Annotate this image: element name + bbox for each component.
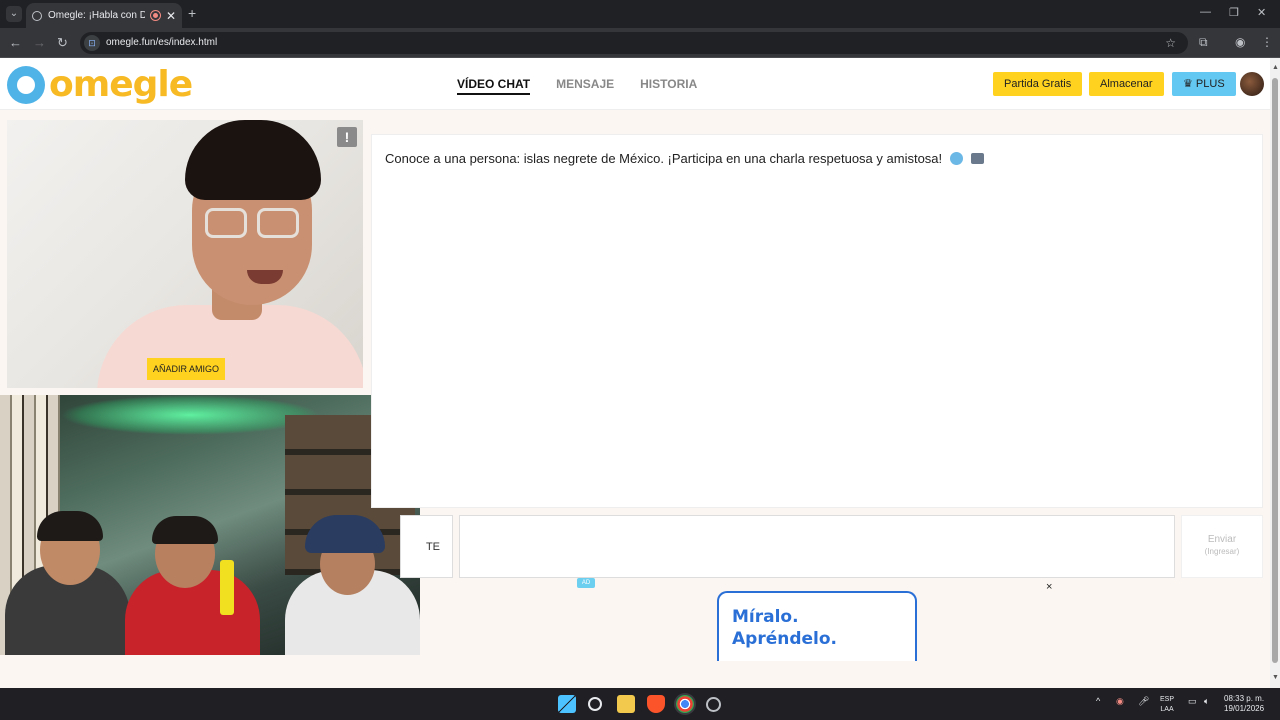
system-message: Conoce a una persona: islas negrete de M… [385, 151, 985, 166]
main-nav: VÍDEO CHAT MENSAJE HISTORIA [457, 77, 697, 95]
ad-badge: AD [577, 578, 595, 588]
system-message-text: Conoce a una persona: islas negrete de M… [385, 151, 943, 166]
lang-code: ESP [1160, 696, 1175, 703]
back-icon[interactable]: ← [9, 35, 22, 50]
site-header: omegle VÍDEO CHAT MENSAJE HISTORIA Parti… [0, 58, 1270, 110]
logo-bubble-icon [7, 65, 45, 104]
scroll-down-icon[interactable]: ▼ [1272, 674, 1279, 681]
system-clock[interactable]: 08:33 p. m. 19/01/2026 [1224, 694, 1264, 714]
new-tab-icon[interactable]: + [188, 5, 196, 21]
language-indicator[interactable]: ESP LAA [1160, 695, 1174, 715]
scrollbar-thumb[interactable] [1272, 78, 1278, 663]
user-avatar[interactable] [1240, 72, 1264, 96]
send-hint: (Ingresar) [1204, 547, 1240, 556]
add-friend-button[interactable]: AÑADIR AMIGO [147, 358, 226, 380]
bookmark-star-icon[interactable]: ☆ [1165, 32, 1176, 54]
clock-date: 19/01/2026 [1224, 704, 1265, 713]
streamer-webcam-overlay [0, 395, 420, 655]
address-toolbar: ← → ↻ ⊡ omegle.fun/es/index.html ☆ ⧉ ◉ ⋮ [0, 28, 1280, 58]
volume-icon[interactable]: 🔈︎ [1204, 696, 1209, 707]
menu-icon[interactable]: ⋮ [1261, 35, 1273, 49]
scroll-up-icon[interactable]: ▲ [1272, 64, 1279, 71]
omegle-logo[interactable]: omegle [7, 64, 193, 105]
browser-tab[interactable]: Omegle: ¡Habla con Descon ✕ [26, 3, 182, 28]
url-bar[interactable]: ⊡ omegle.fun/es/index.html ☆ [80, 32, 1188, 54]
send-label: Enviar [1207, 534, 1237, 545]
profile-icon[interactable]: ◉ [1235, 35, 1245, 49]
forward-icon[interactable]: → [33, 35, 46, 50]
tray-app-icon[interactable]: ◉ [1116, 696, 1124, 707]
chat-log: Conoce a una persona: islas negrete de M… [371, 134, 1263, 508]
tab-title: Omegle: ¡Habla con Descon [48, 10, 145, 21]
tab-search-icon[interactable]: ⌄ [6, 6, 22, 22]
tram-emoji-icon [971, 153, 985, 164]
microphone-icon[interactable]: 🎤︎ [1138, 696, 1149, 707]
ad-line-2: Apréndelo. [732, 629, 838, 649]
nav-historia[interactable]: HISTORIA [640, 77, 697, 95]
lang-layout: LAA [1160, 706, 1174, 713]
file-explorer-icon[interactable] [617, 695, 635, 713]
partner-video: ! AÑADIR AMIGO [7, 120, 363, 388]
send-button[interactable]: Enviar (Ingresar) [1181, 515, 1263, 578]
extensions-icon[interactable]: ⧉ [1199, 35, 1208, 50]
brave-browser-icon[interactable] [647, 695, 665, 713]
recording-icon [150, 11, 160, 20]
nav-video-chat[interactable]: VÍDEO CHAT [457, 77, 531, 95]
browser-tab-bar: ⌄ Omegle: ¡Habla con Descon ✕ + — ❐ ✕ [0, 0, 1280, 28]
restore-icon[interactable]: ❐ [1229, 6, 1239, 19]
close-window-icon[interactable]: ✕ [1257, 6, 1266, 19]
windows-taskbar: ^ ◉ 🎤︎ ESP LAA ▭ 🔈︎ 08:33 p. m. 19/01/20… [0, 688, 1280, 720]
close-tab-icon[interactable]: ✕ [166, 9, 176, 23]
app-icon[interactable] [706, 697, 721, 712]
search-icon[interactable] [588, 697, 602, 711]
plus-button[interactable]: ♛ PLUS [1172, 72, 1236, 96]
tray-overflow-icon[interactable]: ^ [1096, 696, 1100, 706]
report-icon[interactable]: ! [337, 127, 357, 147]
message-input[interactable] [459, 515, 1175, 578]
minimize-icon[interactable]: — [1200, 6, 1211, 18]
ad-line-1: Míralo. [732, 607, 799, 627]
page-scrollbar[interactable]: ▲ ▼ [1270, 58, 1280, 688]
ad-close-icon[interactable]: × [1046, 581, 1052, 593]
url-text: omegle.fun/es/index.html [106, 37, 218, 48]
globe-emoji-icon [950, 152, 964, 165]
partner-person-image [97, 120, 363, 388]
logo-text: omegle [49, 64, 193, 105]
display-icon[interactable]: ▭ [1188, 696, 1197, 707]
chrome-icon[interactable] [676, 695, 694, 713]
partida-gratis-button[interactable]: Partida Gratis [993, 72, 1083, 96]
reload-icon[interactable]: ↻ [57, 35, 68, 51]
windows-start-icon[interactable] [558, 695, 576, 713]
advertisement[interactable]: Míralo. Apréndelo. [717, 591, 917, 661]
skip-button[interactable]: TE [400, 515, 453, 578]
nav-mensaje[interactable]: MENSAJE [556, 77, 614, 95]
site-info-icon[interactable]: ⊡ [84, 35, 100, 51]
globe-icon [32, 10, 42, 21]
web-page: omegle VÍDEO CHAT MENSAJE HISTORIA Parti… [0, 58, 1270, 688]
almacenar-button[interactable]: Almacenar [1089, 72, 1164, 96]
clock-time: 08:33 p. m. [1224, 694, 1265, 703]
